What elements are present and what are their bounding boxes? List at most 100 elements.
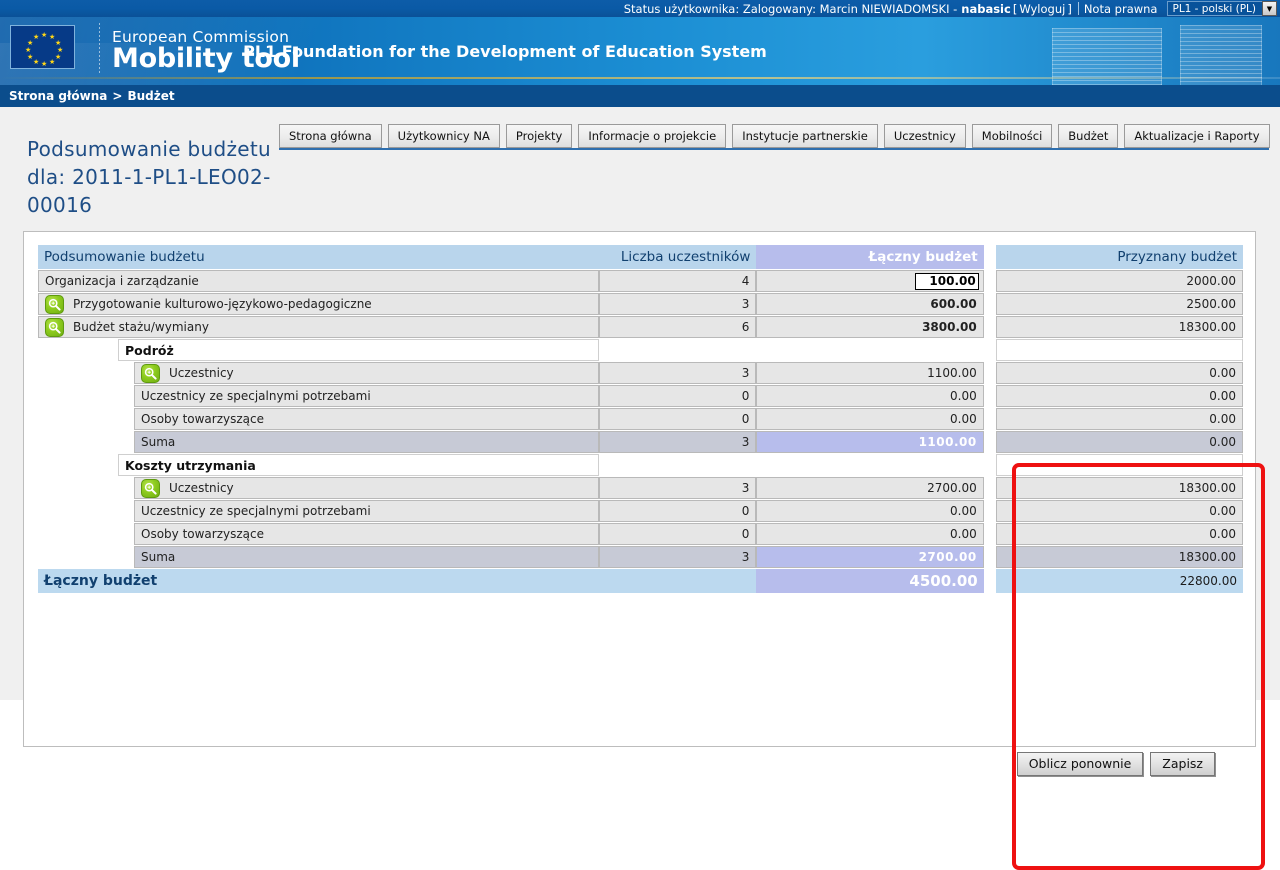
table-row: Uczestnicy ze specjalnymi potrzebami 0 0.0… bbox=[38, 385, 1243, 407]
row-label-text: Przygotowanie kulturowo-językowo-pedagog… bbox=[73, 297, 372, 311]
participants-count: 3 bbox=[598, 431, 757, 453]
tab-u-ytkownicy-na[interactable]: Użytkownicy NA bbox=[387, 124, 500, 148]
col-header-total-budget: Łączny budżet bbox=[756, 245, 984, 269]
budget-line-label: Budżet stażu/wymiany bbox=[38, 316, 599, 338]
total-budget-value: 0.00 bbox=[756, 385, 984, 407]
col-header-label: Podsumowanie budżetu bbox=[38, 245, 599, 269]
column-gap bbox=[984, 477, 996, 499]
row-label-text: Budżet stażu/wymiany bbox=[73, 320, 209, 334]
participants-empty bbox=[599, 454, 757, 476]
budget-panel: Podsumowanie budżetu Liczba uczestników … bbox=[23, 231, 1265, 870]
row-label-text: Uczestnicy ze specjalnymi potrzebami bbox=[141, 389, 371, 403]
sum-row-label: Suma bbox=[134, 546, 599, 568]
eu-stars: ★ ★ ★ ★ ★ ★ ★ ★ ★ ★ ★ ★ bbox=[25, 31, 64, 68]
legal-notice-link[interactable]: Nota prawna bbox=[1084, 2, 1158, 16]
granted-budget-sum: 18300.00 bbox=[995, 546, 1243, 568]
participants-count: 3 bbox=[598, 293, 757, 315]
table-row: Osoby towarzyszące 0 0.00 0.00 bbox=[38, 408, 1243, 430]
column-gap bbox=[984, 339, 996, 361]
tab-uczestnicy[interactable]: Uczestnicy bbox=[883, 124, 966, 148]
column-gap bbox=[984, 408, 996, 430]
col-header-granted-budget: Przyznany budżet bbox=[995, 245, 1243, 269]
row-label-text: Organizacja i zarządzanie bbox=[45, 274, 199, 288]
row-label-text: Koszty utrzymania bbox=[125, 457, 256, 473]
breadcrumb-current: Budżet bbox=[127, 89, 175, 103]
tab-informacje-o-projekcie[interactable]: Informacje o projekcie bbox=[578, 124, 727, 148]
table-row: Osoby towarzyszące 0 0.00 0.00 bbox=[38, 523, 1243, 545]
search-magnifier-icon[interactable] bbox=[141, 363, 160, 383]
row-label-text: Osoby towarzyszące bbox=[141, 412, 265, 426]
tab-strona-g-wna[interactable]: Strona główna bbox=[279, 124, 382, 148]
participants-empty bbox=[599, 339, 757, 361]
section-header-label: Podróż bbox=[118, 339, 599, 361]
budget-line-label: Uczestnicy bbox=[134, 477, 599, 499]
breadcrumb-separator: > bbox=[112, 89, 123, 103]
budget-line-label: Uczestnicy ze specjalnymi potrzebami bbox=[134, 385, 599, 407]
tab-instytucje-partnerskie[interactable]: Instytucje partnerskie bbox=[732, 124, 878, 148]
brand-mobility-tool: Mobility tool bbox=[112, 43, 300, 74]
granted-budget-value: 0.00 bbox=[995, 523, 1243, 545]
table-row: Uczestnicy ze specjalnymi potrzebami 0 0.0… bbox=[38, 500, 1243, 522]
row-label-text: Suma bbox=[141, 435, 176, 449]
save-button[interactable]: Zapisz bbox=[1150, 752, 1215, 776]
granted-budget-grand: 22800.00 bbox=[995, 569, 1243, 593]
participants-count: 0 bbox=[598, 408, 757, 430]
site-banner: ★ ★ ★ ★ ★ ★ ★ ★ ★ ★ ★ ★ European Commiss… bbox=[0, 17, 1280, 85]
participants-count: 0 bbox=[598, 523, 757, 545]
column-gap bbox=[984, 454, 996, 476]
total-budget-value: 0.00 bbox=[756, 500, 984, 522]
table-row: Organizacja i zarządzanie 4 2000.00 bbox=[38, 270, 1243, 292]
granted-budget-value: 0.00 bbox=[995, 362, 1243, 384]
search-magnifier-icon[interactable] bbox=[45, 317, 64, 337]
granted-budget-value: 18300.00 bbox=[995, 316, 1243, 338]
total-budget-value: 0.00 bbox=[756, 523, 984, 545]
username-label: nabasic bbox=[961, 1, 1011, 16]
language-selected-value[interactable]: PL1 - polski (PL) bbox=[1167, 1, 1262, 16]
status-divider bbox=[1077, 2, 1079, 15]
total-budget-value: 3800.00 bbox=[756, 316, 984, 338]
column-gap bbox=[984, 293, 996, 315]
granted-budget-sum: 0.00 bbox=[995, 431, 1243, 453]
table-header-row: Podsumowanie budżetu Liczba uczestników … bbox=[38, 245, 1243, 269]
column-gap bbox=[984, 270, 996, 292]
banner-gold-line bbox=[0, 77, 1280, 79]
tab-projekty[interactable]: Projekty bbox=[505, 124, 573, 148]
logout-link[interactable]: Wyloguj bbox=[1019, 2, 1065, 16]
budget-line-label: Uczestnicy bbox=[134, 362, 599, 384]
tab-mobilno-ci[interactable]: Mobilności bbox=[971, 124, 1053, 148]
tab-bud-et[interactable]: Budżet bbox=[1058, 124, 1119, 148]
total-budget-value: 1100.00 bbox=[756, 362, 984, 384]
row-label-text: Uczestnicy bbox=[169, 481, 234, 495]
chevron-down-icon[interactable]: ▼ bbox=[1262, 1, 1277, 16]
form-action-buttons: Oblicz ponownie Zapisz bbox=[1016, 752, 1215, 776]
bracket-open: [ bbox=[1012, 1, 1018, 16]
language-selector[interactable]: PL1 - polski (PL) ▼ bbox=[1167, 1, 1277, 16]
breadcrumb: Strona główna > Budżet bbox=[0, 85, 1280, 107]
participants-count: 0 bbox=[598, 500, 757, 522]
participants-count: 3 bbox=[598, 477, 757, 499]
search-magnifier-icon[interactable] bbox=[141, 478, 160, 498]
granted-budget-value: 18300.00 bbox=[995, 477, 1243, 499]
budget-line-label: Osoby towarzyszące bbox=[134, 523, 599, 545]
table-row: Przygotowanie kulturowo-językowo-pedagog… bbox=[38, 293, 1243, 315]
column-gap bbox=[984, 500, 996, 522]
brand-block: European Commission Mobility tool bbox=[112, 28, 300, 74]
user-status-bar: Status użytkownika: Zalogowany: Marcin N… bbox=[0, 0, 1280, 17]
recalculate-button[interactable]: Oblicz ponownie bbox=[1016, 752, 1144, 776]
main-navigation-tabs: Strona główna Użytkownicy NA Projekty Infor… bbox=[279, 124, 1270, 149]
participants-count: 6 bbox=[598, 316, 757, 338]
column-gap bbox=[984, 546, 996, 568]
budget-line-label: Osoby towarzyszące bbox=[134, 408, 599, 430]
granted-budget-value: 0.00 bbox=[995, 500, 1243, 522]
breadcrumb-home-link[interactable]: Strona główna bbox=[9, 89, 107, 103]
table-row: Budżet stażu/wymiany 6 3800.00 18300.00 bbox=[38, 316, 1243, 338]
participants-count: 4 bbox=[598, 270, 757, 292]
total-budget-value: 2700.00 bbox=[756, 477, 984, 499]
table-row: Suma 3 1100.00 0.00 bbox=[38, 431, 1243, 453]
search-magnifier-icon[interactable] bbox=[45, 294, 64, 314]
tab-aktualizacje-i-raporty[interactable]: Aktualizacje i Raporty bbox=[1124, 124, 1270, 148]
column-gap bbox=[984, 431, 996, 453]
total-budget-input[interactable] bbox=[914, 272, 979, 290]
total-budget-sum: 1100.00 bbox=[756, 431, 984, 453]
table-body: Organizacja i zarządzanie 4 2000.00 Przygot… bbox=[38, 270, 1243, 593]
